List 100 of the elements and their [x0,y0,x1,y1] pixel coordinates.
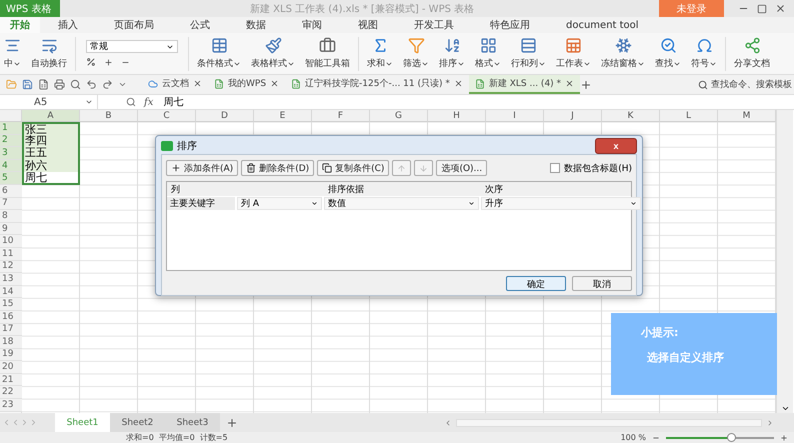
column-header[interactable]: I [486,110,544,122]
ribbon-button[interactable]: 中 [0,34,25,74]
close-icon[interactable] [270,79,280,88]
menu-tab[interactable]: 审阅 [284,17,340,33]
column-header[interactable]: K [602,110,660,122]
ribbon-button[interactable]: 智能工具箱 [301,34,354,74]
menu-tab[interactable]: 页面布局 [96,17,172,33]
maximize-icon[interactable] [757,4,767,14]
ribbon-button[interactable]: 表格样式 [247,34,299,74]
ribbon-button[interactable]: 求和 [363,34,397,74]
vertical-scrollbar[interactable] [776,110,793,413]
column-header[interactable]: G [370,110,428,122]
number-format-select[interactable]: 常规 [86,40,178,53]
horizontal-scrollbar[interactable] [456,418,762,426]
percent-icon[interactable] [86,57,96,67]
increase-decimal-icon[interactable] [104,58,113,66]
ribbon-button[interactable]: 查找 [651,34,685,74]
column-header[interactable]: B [80,110,138,122]
caret-icon[interactable] [118,80,127,89]
menu-tab[interactable]: 数据 [228,17,284,33]
row-header[interactable]: 1 [0,122,22,135]
close-button[interactable]: x [595,138,637,154]
name-box[interactable]: A5 [0,95,98,109]
toolbar-button[interactable]: 添加条件(A) [166,160,238,176]
row-header[interactable]: 19 [0,348,22,362]
redo-icon[interactable] [102,79,113,90]
cancel-button[interactable]: 取消 [572,276,632,291]
close-icon[interactable] [193,79,202,88]
column-header[interactable]: E [254,110,312,122]
ribbon-button[interactable]: 符号 [687,34,721,74]
add-sheet-icon[interactable] [226,416,238,428]
menu-tab[interactable]: 开始 [0,17,40,33]
ribbon-button[interactable]: 自动换行 [27,34,71,74]
row-header[interactable]: 13 [0,273,22,286]
toolbar-button[interactable]: 删除条件(D) [241,160,314,176]
undo-icon[interactable] [86,79,97,90]
ribbon-button[interactable]: 筛选 [399,34,433,74]
toolbar-button[interactable]: 复制条件(C) [317,160,390,176]
row-header[interactable]: 17 [0,324,22,336]
row-header[interactable]: 11 [0,248,22,261]
menu-tab[interactable]: 视图 [340,17,396,33]
column-header[interactable]: C [138,110,196,122]
export-icon[interactable] [38,79,49,90]
row-header[interactable]: 12 [0,260,22,274]
function-label[interactable]: fx [144,96,154,108]
row-header[interactable]: 9 [0,222,22,236]
ribbon-button[interactable]: 工作表 [552,34,595,74]
ribbon-button[interactable]: 行和列 [507,34,550,74]
ribbon-button[interactable]: 排序 [435,34,469,74]
sheet-tab[interactable]: Sheet2 [110,413,165,432]
row-header[interactable]: 10 [0,235,22,248]
column-header[interactable]: F [312,110,370,122]
printer-icon[interactable] [54,79,65,90]
row-header[interactable]: 23 [0,399,22,412]
menu-tab[interactable]: document tool [548,17,657,33]
close-icon[interactable] [454,79,463,88]
menu-tab[interactable]: 开发工具 [396,17,472,33]
scroll-right-icon[interactable] [766,418,774,426]
sheet-tab[interactable]: Sheet3 [165,413,220,432]
column-header[interactable]: L [660,110,718,122]
preview-icon[interactable] [70,79,81,90]
document-tab[interactable]: 我的WPS [208,75,286,94]
options-button[interactable]: 选项(O)... [436,160,488,176]
zoom-in-icon[interactable] [780,434,788,442]
basis-select[interactable]: 数值 [324,196,479,210]
sheet-tab[interactable]: Sheet1 [55,413,110,432]
document-tab[interactable]: 辽宁科技学院-125个-... 11 (只读) * [285,75,469,94]
formula-field[interactable]: 周七 [163,95,184,109]
header-checkbox[interactable]: 数据包含标题(H) [550,162,632,174]
ok-button[interactable]: 确定 [506,276,566,291]
order-select[interactable]: 升序 [481,196,641,210]
close-icon[interactable] [775,3,786,14]
row-header[interactable]: 18 [0,336,22,349]
column-header[interactable]: D [196,110,254,122]
row-header[interactable]: 20 [0,361,22,374]
column-select[interactable]: 列 A [237,196,322,210]
document-tab[interactable]: 新建 XLS ... (4) * [468,75,580,94]
column-header[interactable]: A [22,110,80,122]
row-header[interactable]: 7 [0,198,22,210]
row-header[interactable]: 6 [0,184,22,198]
ribbon-button[interactable]: 条件格式 [193,34,245,74]
row-header[interactable]: 15 [0,298,22,311]
ribbon-button[interactable]: 分享文档 [730,34,774,74]
row-header[interactable]: 21 [0,374,22,386]
ribbon-button[interactable]: 冻结窗格 [597,34,649,74]
row-header[interactable]: 22 [0,386,22,400]
document-tab[interactable]: 云文档 [142,75,208,94]
column-header[interactable]: J [544,110,602,122]
close-icon[interactable] [565,79,574,88]
column-header[interactable]: H [428,110,486,122]
save-icon[interactable] [22,79,33,90]
column-header[interactable]: M [718,110,776,122]
row-header[interactable]: 16 [0,310,22,324]
menu-tab[interactable]: 特色应用 [472,17,548,33]
menu-tab[interactable]: 公式 [172,17,228,33]
search-field[interactable]: 查找命令、搜索模板 [698,78,794,91]
ribbon-button[interactable]: 格式 [471,34,505,74]
menu-tab[interactable]: 插入 [40,17,96,33]
new-tab-icon[interactable] [580,78,592,90]
scroll-left-icon[interactable] [444,418,452,426]
